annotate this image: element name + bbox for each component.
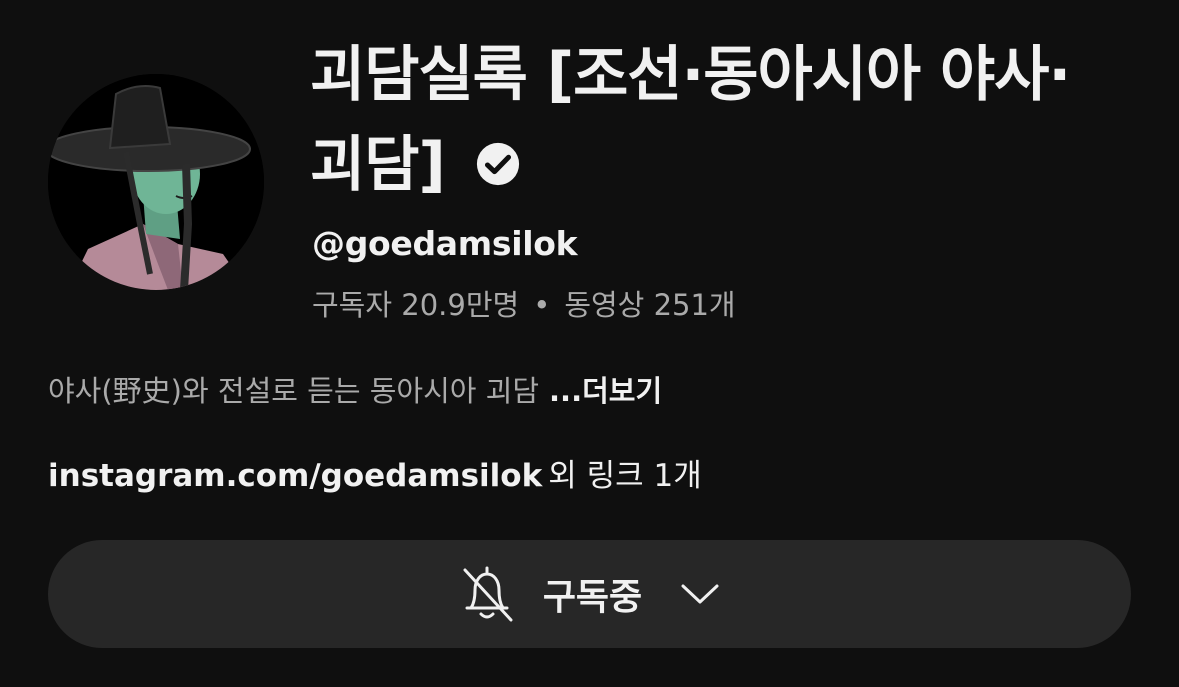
channel-stats: 구독자 20.9만명 • 동영상 251개: [312, 282, 736, 328]
channel-links[interactable]: instagram.com/goedamsilok 외 링크 1개: [48, 452, 702, 500]
channel-handle: @goedamsilok: [312, 224, 578, 263]
avatar-illustration: [48, 74, 264, 290]
chevron-down-icon[interactable]: [680, 582, 720, 606]
primary-link[interactable]: instagram.com/goedamsilok: [48, 458, 542, 494]
stats-separator: •: [533, 288, 551, 322]
channel-avatar[interactable]: [48, 74, 264, 290]
subscribed-label: 구독중: [542, 577, 643, 618]
channel-description[interactable]: 야사(野史)와 전설로 듣는 동아시아 괴담 ...더보기: [48, 368, 662, 414]
more-link[interactable]: ...더보기: [549, 374, 662, 408]
bell-off-icon: [463, 566, 513, 622]
extra-links-label: 외 링크 1개: [548, 458, 702, 494]
verified-badge-icon: [476, 142, 519, 186]
channel-title: 괴담실록 [조선·동아시아 야사·괴담]: [310, 30, 1110, 210]
channel-title-text: 괴담실록 [조선·동아시아 야사·괴담]: [310, 40, 1071, 200]
subscriber-count: 구독자 20.9만명: [312, 288, 520, 322]
description-text: 야사(野史)와 전설로 듣는 동아시아 괴담: [48, 374, 540, 408]
video-count: 동영상 251개: [564, 288, 736, 322]
subscribed-button[interactable]: 구독중: [48, 540, 1131, 648]
